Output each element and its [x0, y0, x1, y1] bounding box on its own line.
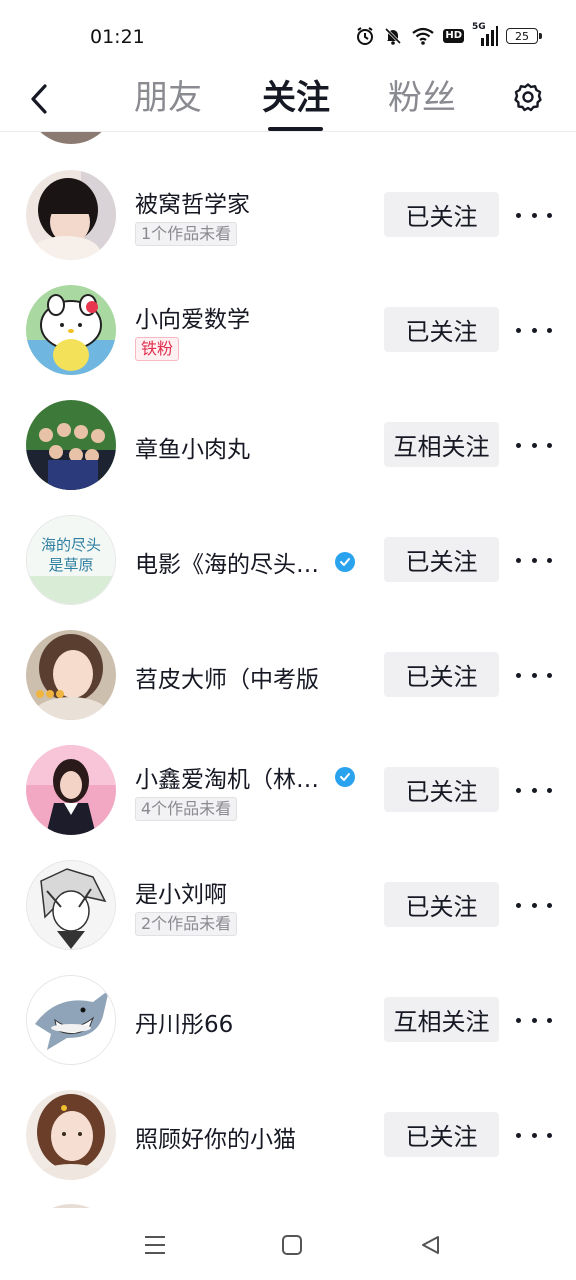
more-options-button[interactable]	[516, 200, 552, 230]
dot	[547, 902, 552, 908]
dot	[547, 787, 552, 793]
menu-icon	[145, 1236, 165, 1254]
tab-friends[interactable]: 朋友	[134, 76, 202, 120]
following-list[interactable]: 被窝哲学家 1个作品未看 已关注 小向爱数学 铁粉 已关注 章鱼小肉丸 互相关注…	[0, 132, 576, 1208]
top-navigation-bar: 朋友 关注 粉丝	[0, 70, 576, 132]
back-button[interactable]	[22, 82, 56, 116]
more-options-button[interactable]	[516, 315, 552, 345]
dot	[531, 1132, 537, 1138]
alarm-icon	[355, 26, 375, 46]
user-name[interactable]: 电影《海的尽头…	[135, 545, 319, 579]
home-square-icon	[282, 1235, 302, 1255]
following-button[interactable]: 已关注	[384, 192, 499, 237]
signal-icon: 5G	[472, 22, 498, 46]
menu-button[interactable]	[140, 1230, 170, 1260]
more-options-button[interactable]	[516, 430, 552, 460]
mutual-follow-button[interactable]: 互相关注	[384, 422, 499, 467]
dot	[547, 442, 552, 448]
dot	[547, 1017, 552, 1023]
dot	[547, 672, 552, 678]
following-button[interactable]: 已关注	[384, 767, 499, 812]
dot	[516, 212, 521, 218]
dot	[531, 1017, 537, 1023]
list-item[interactable]: 被窝哲学家 1个作品未看 已关注	[0, 132, 576, 260]
user-name[interactable]: 小鑫爱淘机（林…	[135, 760, 319, 794]
more-options-button[interactable]	[516, 1120, 552, 1150]
signal-label: 5G	[472, 22, 486, 32]
user-name[interactable]: 照顾好你的小猫	[135, 1120, 296, 1154]
dot	[516, 787, 521, 793]
mutual-follow-button[interactable]: 互相关注	[384, 997, 499, 1042]
chevron-left-icon	[31, 84, 47, 114]
list-item[interactable]: 小向爱数学 铁粉 已关注	[0, 247, 576, 375]
tab-fans[interactable]: 粉丝	[388, 76, 456, 120]
status-time: 01:21	[90, 26, 145, 48]
tab-following[interactable]: 关注	[262, 76, 330, 120]
dot	[516, 902, 521, 908]
poster-title-line1: 海的尽头	[41, 536, 101, 554]
wifi-icon	[411, 27, 435, 45]
dot	[516, 672, 521, 678]
gear-icon	[514, 83, 542, 112]
iron-fan-badge: 铁粉	[135, 337, 180, 361]
dot	[547, 327, 552, 333]
dot	[531, 442, 537, 448]
list-item[interactable]: 照顾好你的小猫 已关注	[0, 1052, 576, 1180]
unwatched-works-tag: 2个作品未看	[135, 912, 238, 936]
home-button[interactable]	[277, 1230, 307, 1260]
dot	[531, 327, 537, 333]
following-button[interactable]: 已关注	[384, 1112, 499, 1157]
status-icons: HD 5G 25	[355, 22, 542, 46]
dot	[516, 327, 521, 333]
system-navigation-bar	[0, 1208, 576, 1280]
more-options-button[interactable]	[516, 1005, 552, 1035]
back-triangle-icon	[422, 1236, 439, 1254]
verified-icon	[335, 552, 355, 572]
dot	[531, 672, 537, 678]
settings-button[interactable]	[512, 80, 544, 114]
user-name[interactable]: 被窝哲学家	[135, 185, 250, 219]
dot	[547, 557, 552, 563]
mute-icon	[383, 26, 403, 46]
following-button[interactable]: 已关注	[384, 652, 499, 697]
battery-icon: 25	[506, 28, 542, 44]
user-name[interactable]: 是小刘啊	[135, 875, 227, 909]
user-name[interactable]: 丹川彤66	[135, 1005, 233, 1039]
list-item[interactable]: 海的尽头 是草原 电影《海的尽头… 已关注	[0, 477, 576, 605]
more-options-button[interactable]	[516, 775, 552, 805]
dot	[516, 557, 521, 563]
dot	[516, 1132, 521, 1138]
dot	[516, 1017, 521, 1023]
active-tab-indicator	[268, 127, 323, 131]
list-item[interactable]: 章鱼小肉丸 互相关注	[0, 362, 576, 490]
hd-icon: HD	[443, 29, 464, 43]
dot	[531, 902, 537, 908]
following-button[interactable]: 已关注	[384, 307, 499, 352]
dot	[531, 787, 537, 793]
system-back-button[interactable]	[415, 1230, 445, 1260]
dot	[531, 212, 537, 218]
unwatched-works-tag: 4个作品未看	[135, 797, 238, 821]
user-name[interactable]: 章鱼小肉丸	[135, 430, 250, 464]
list-item[interactable]: 是小刘啊 2个作品未看 已关注	[0, 822, 576, 950]
following-button[interactable]: 已关注	[384, 882, 499, 927]
dot	[531, 557, 537, 563]
list-item[interactable]: 丹川彤66 互相关注	[0, 937, 576, 1065]
more-options-button[interactable]	[516, 545, 552, 575]
poster-title-line2: 是草原	[48, 556, 93, 574]
user-name[interactable]: 苕皮大师（中考版	[135, 660, 319, 694]
dot	[547, 212, 552, 218]
following-button[interactable]: 已关注	[384, 537, 499, 582]
more-options-button[interactable]	[516, 890, 552, 920]
user-name[interactable]: 小向爱数学	[135, 300, 250, 334]
more-options-button[interactable]	[516, 660, 552, 690]
unwatched-works-tag: 1个作品未看	[135, 222, 238, 246]
status-bar: 01:21 HD 5G 25	[0, 0, 576, 70]
list-item[interactable]: 小鑫爱淘机（林… 4个作品未看 已关注	[0, 707, 576, 835]
verified-icon	[335, 767, 355, 787]
list-item[interactable]: 苕皮大师（中考版 已关注	[0, 592, 576, 720]
avatar[interactable]	[26, 1090, 116, 1180]
dot	[516, 442, 521, 448]
dot	[547, 1132, 552, 1138]
